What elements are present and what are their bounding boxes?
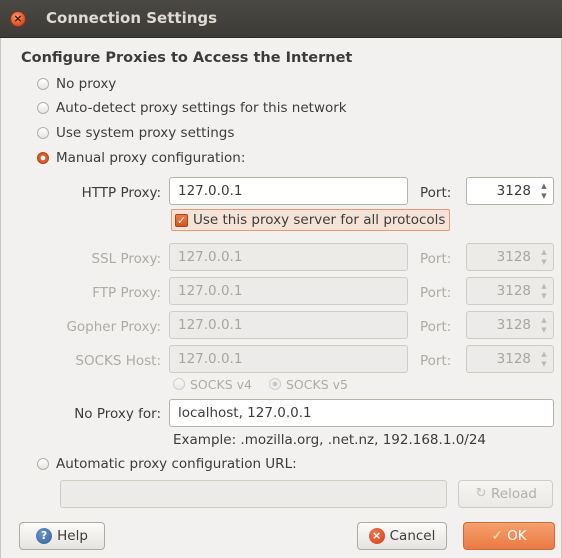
spin-arrows-icon[interactable]: ▲ ▼	[538, 181, 550, 201]
no-proxy-label: No Proxy for:	[74, 406, 161, 422]
radio-system[interactable]: Use system proxy settings	[37, 123, 234, 143]
port-value: 3128	[496, 317, 531, 333]
ssl-port-label: Port:	[420, 251, 452, 267]
ftp-port-label: Port:	[420, 285, 452, 301]
window-title: Connection Settings	[46, 9, 218, 27]
title-bar: × Connection Settings	[0, 0, 562, 38]
ftp-proxy-label: FTP Proxy:	[92, 285, 161, 301]
http-proxy-input[interactable]: 127.0.0.1	[169, 177, 408, 205]
ok-check-icon: ✓	[491, 528, 504, 544]
radio-label: Manual proxy configuration:	[56, 150, 246, 166]
port-value: 3128	[496, 249, 531, 265]
radio-label: Auto-detect proxy settings for this netw…	[56, 100, 347, 116]
gopher-proxy-label: Gopher Proxy:	[66, 319, 161, 335]
cancel-label: Cancel	[389, 528, 436, 544]
use-for-all-checkbox[interactable]: ✓ Use this proxy server for all protocol…	[171, 209, 451, 231]
radio-label: SOCKS v5	[286, 376, 348, 392]
reload-label: Reload	[491, 486, 537, 502]
gopher-proxy-input[interactable]: 127.0.0.1	[169, 311, 408, 339]
ssl-proxy-label: SSL Proxy:	[91, 251, 162, 267]
radio-button[interactable]	[37, 127, 49, 139]
checkbox-checked-icon[interactable]: ✓	[175, 213, 188, 227]
gopher-port-label: Port:	[420, 319, 452, 335]
ssl-proxy-input[interactable]: 127.0.0.1	[169, 243, 408, 271]
socks-host-label: SOCKS Host:	[75, 353, 161, 369]
radio-button[interactable]	[173, 378, 185, 390]
reload-button[interactable]: ↻ Reload	[458, 480, 553, 508]
ftp-port-spinner[interactable]: 3128 ▲ ▼	[466, 277, 554, 305]
radio-label: Use system proxy settings	[56, 125, 235, 141]
radio-label: No proxy	[56, 76, 117, 92]
http-proxy-label: HTTP Proxy:	[81, 185, 161, 201]
no-proxy-example: Example: .mozilla.org, .net.nz, 192.168.…	[173, 432, 487, 448]
help-icon: ?	[36, 528, 53, 544]
radio-button[interactable]	[37, 102, 49, 114]
port-value: 3128	[496, 351, 531, 367]
spin-arrows-icon[interactable]: ▲ ▼	[538, 281, 550, 301]
no-proxy-input[interactable]: localhost, 127.0.0.1	[169, 399, 554, 427]
cancel-button[interactable]: × Cancel	[357, 522, 447, 550]
radio-socks-v4[interactable]: SOCKS v4	[173, 374, 252, 394]
socks-host-input[interactable]: 127.0.0.1	[169, 345, 408, 373]
gopher-port-spinner[interactable]: 3128 ▲ ▼	[466, 311, 554, 339]
http-port-label: Port:	[420, 185, 452, 201]
port-value: 3128	[496, 183, 531, 199]
radio-button[interactable]	[37, 78, 49, 90]
radio-label: SOCKS v4	[190, 376, 252, 392]
radio-no-proxy[interactable]: No proxy	[37, 74, 116, 94]
radio-label: Automatic proxy configuration URL:	[56, 456, 297, 472]
radio-button-selected[interactable]	[37, 152, 49, 164]
use-for-all-label: Use this proxy server for all protocols	[193, 212, 446, 228]
port-value: 3128	[496, 283, 531, 299]
radio-button[interactable]	[37, 458, 49, 470]
auto-url-input[interactable]	[60, 480, 447, 508]
reload-icon: ↻	[475, 486, 487, 501]
socks-port-label: Port:	[420, 353, 452, 369]
radio-button-selected[interactable]	[269, 378, 281, 390]
spin-arrows-icon[interactable]: ▲ ▼	[538, 315, 550, 335]
dialog-content: Configure Proxies to Access the Internet…	[0, 38, 562, 558]
radio-auto-detect[interactable]: Auto-detect proxy settings for this netw…	[37, 98, 347, 118]
ftp-proxy-input[interactable]: 127.0.0.1	[169, 277, 408, 305]
ok-button[interactable]: ✓ OK	[463, 522, 555, 550]
help-button[interactable]: ? Help	[19, 522, 105, 550]
ok-label: OK	[507, 528, 527, 544]
http-port-spinner[interactable]: 3128 ▲ ▼	[466, 177, 554, 205]
radio-manual[interactable]: Manual proxy configuration:	[37, 148, 245, 168]
close-icon[interactable]: ×	[10, 11, 26, 27]
section-title: Configure Proxies to Access the Internet	[21, 50, 353, 66]
help-label: Help	[57, 528, 88, 544]
socks-port-spinner[interactable]: 3128 ▲ ▼	[466, 345, 554, 373]
spin-arrows-icon[interactable]: ▲ ▼	[538, 247, 550, 267]
cancel-icon: ×	[368, 528, 385, 544]
radio-socks-v5[interactable]: SOCKS v5	[269, 374, 348, 394]
ssl-port-spinner[interactable]: 3128 ▲ ▼	[466, 243, 554, 271]
spin-arrows-icon[interactable]: ▲ ▼	[538, 349, 550, 369]
radio-auto-url[interactable]: Automatic proxy configuration URL:	[37, 454, 297, 474]
